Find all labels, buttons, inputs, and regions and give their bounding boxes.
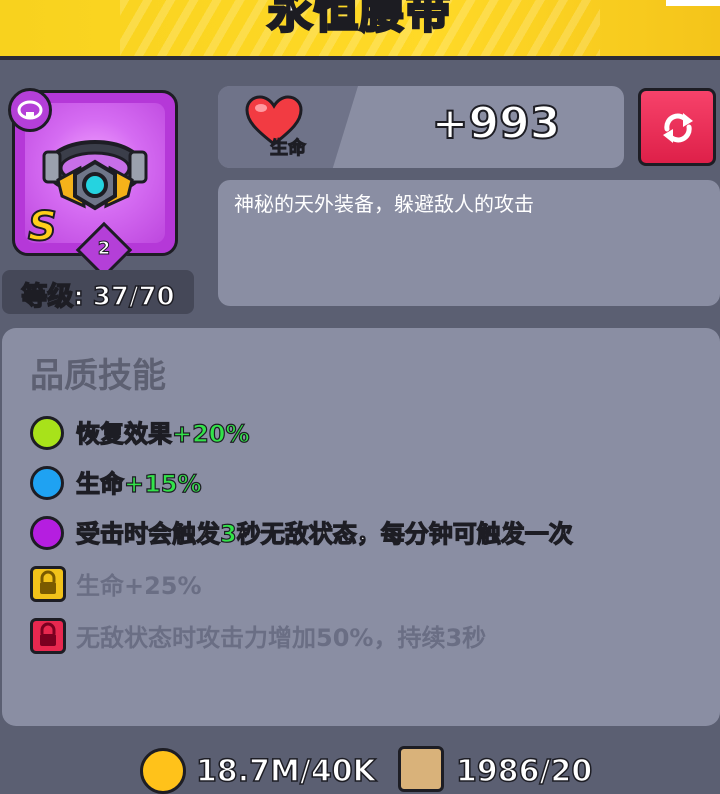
- resource-bar: 18.7M/40K 1986/20: [0, 740, 720, 794]
- item-card[interactable]: S 2: [8, 88, 182, 279]
- skill-text: 恢复效果+20%: [75, 419, 250, 448]
- gold-amount: 18.7M/40K: [195, 753, 376, 790]
- lock-icon: [30, 618, 66, 654]
- item-description: 神秘的天外装备，躲避敌人的攻击: [234, 192, 534, 216]
- level-text: 等级: 37/70: [21, 281, 176, 313]
- refresh-button[interactable]: [638, 88, 716, 166]
- skills-title: 品质技能: [30, 356, 166, 396]
- description-box: 神秘的天外装备，躲避敌人的攻击: [218, 180, 720, 306]
- skill-dot-icon: [30, 466, 64, 500]
- header-corner: [666, 0, 720, 6]
- main-stat-box: 生命 +993: [218, 86, 624, 168]
- grade-label: S: [27, 203, 58, 251]
- stat-value: +993: [431, 97, 562, 150]
- refresh-icon: [663, 113, 693, 143]
- skill-text: 生命+15%: [75, 469, 202, 498]
- item-title: 永恒腰带: [267, 0, 452, 40]
- star-level-number: 2: [97, 238, 111, 260]
- quality-skills-panel: 品质技能 恢复效果+20% 生命+15% 受击时会触发3秒无敌状态，每分钟可触发…: [2, 328, 720, 726]
- level-indicator: 等级: 37/70: [2, 270, 194, 314]
- skill-dot-icon: [30, 416, 64, 450]
- scroll-icon: [398, 746, 444, 792]
- belt-type-icon: [8, 88, 52, 132]
- skill-dot-icon: [30, 516, 64, 550]
- title-bar: 永恒腰带: [0, 0, 720, 60]
- skill-text: 受击时会触发3秒无敌状态，每分钟可触发一次: [75, 519, 573, 548]
- stat-label: 生命: [270, 138, 307, 160]
- lock-icon: [30, 566, 66, 602]
- skill-text: 生命+25%: [76, 572, 202, 600]
- scroll-amount: 1986/20: [455, 753, 593, 790]
- skill-text: 无敌状态时攻击力增加50%，持续3秒: [76, 624, 487, 652]
- gold-coin-icon: [140, 748, 186, 794]
